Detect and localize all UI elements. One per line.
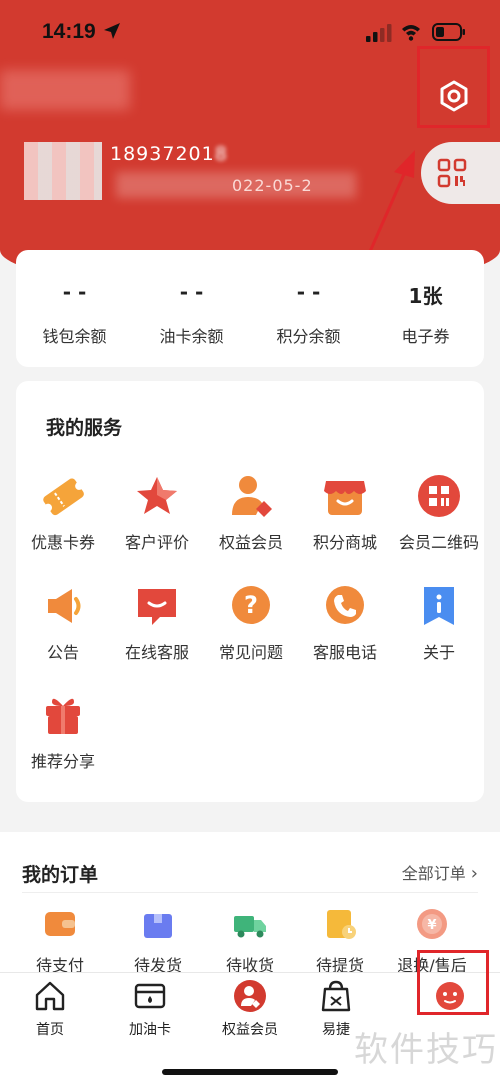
- stat-value: - -: [62, 280, 87, 304]
- tab-label: 权益会员: [222, 1022, 278, 1038]
- tab-member[interactable]: 权益会员: [204, 979, 296, 1039]
- star-icon: [137, 477, 177, 514]
- tab-label: 首页: [36, 1022, 64, 1038]
- stat-value: 1张: [408, 284, 443, 308]
- annotation-box-profile-tab: [417, 950, 489, 1015]
- location-arrow-icon: [104, 23, 120, 39]
- refund-icon: ¥: [417, 909, 447, 939]
- orders-title: 我的订单: [22, 864, 99, 886]
- svg-text:?: ?: [244, 591, 258, 619]
- order-pending-receipt[interactable]: 待收货: [204, 906, 296, 976]
- box-icon: [144, 914, 172, 938]
- stat-label: 钱包余额: [42, 327, 107, 346]
- status-time: 14:19: [42, 20, 96, 43]
- service-online-support[interactable]: 在线客服: [110, 581, 204, 663]
- order-pending-shipment[interactable]: 待发货: [112, 906, 204, 976]
- service-label: 积分商城: [312, 533, 377, 552]
- service-label: 客服电话: [312, 643, 377, 662]
- bag-icon: [321, 980, 351, 1012]
- stat-wallet-balance[interactable]: - - 钱包余额: [16, 250, 133, 367]
- service-reviews[interactable]: 客户评价: [110, 471, 204, 553]
- chevron-right-icon: ›: [470, 863, 478, 884]
- avatar[interactable]: [24, 142, 102, 200]
- ticket-icon: [43, 478, 84, 516]
- info-icon: [424, 587, 454, 625]
- orders-divider: [22, 892, 478, 893]
- stat-points-balance[interactable]: - - 积分余额: [250, 250, 367, 367]
- phone-icon: [326, 586, 364, 624]
- qrcode-icon: [437, 158, 467, 188]
- service-coupons[interactable]: 优惠卡券: [16, 471, 110, 553]
- truck-icon: [234, 916, 266, 938]
- wallet-icon: [45, 912, 75, 936]
- services-title: 我的服务: [46, 417, 123, 439]
- card-icon: [134, 983, 166, 1009]
- service-hotline[interactable]: 客服电话: [298, 581, 392, 663]
- stat-value: - -: [179, 280, 204, 304]
- service-about[interactable]: 关于: [392, 581, 486, 663]
- my-services-card: 我的服务 优惠卡券 客户评价 权益会员 积分商城 会员二维码 公告 在线客服 ?…: [16, 381, 484, 802]
- tab-label: 加油卡: [129, 1022, 171, 1038]
- service-label: 在线客服: [124, 643, 189, 662]
- service-label: 关于: [422, 643, 455, 662]
- service-label: 公告: [46, 643, 79, 662]
- watermark-text: 软件技巧: [354, 1030, 498, 1070]
- qrcode-icon: [418, 475, 460, 517]
- stat-fuel-card-balance[interactable]: - - 油卡余额: [133, 250, 250, 367]
- stat-label: 电子券: [401, 327, 450, 346]
- username-blurred: [0, 70, 130, 110]
- stat-value: - -: [296, 280, 321, 304]
- megaphone-icon: [48, 589, 81, 623]
- service-label: 权益会员: [218, 533, 283, 552]
- pickup-icon: [327, 910, 356, 939]
- service-points-mall[interactable]: 积分商城: [298, 471, 392, 553]
- stat-label: 积分余额: [276, 327, 341, 346]
- svg-text:¥: ¥: [427, 918, 436, 933]
- order-pending-pickup[interactable]: 待提货: [294, 906, 386, 976]
- service-label: 推荐分享: [30, 752, 95, 771]
- tab-home[interactable]: 首页: [4, 979, 96, 1039]
- question-icon: ?: [232, 586, 270, 624]
- member-icon: [234, 980, 266, 1012]
- profile-date: 022-05-2: [232, 176, 313, 195]
- member-icon: [232, 476, 272, 517]
- service-share[interactable]: 推荐分享: [16, 690, 110, 772]
- service-label: 常见问题: [218, 643, 283, 662]
- gift-icon: [46, 698, 80, 734]
- tab-fuel-card[interactable]: 加油卡: [104, 979, 196, 1039]
- chat-icon: [138, 589, 176, 625]
- battery-icon: [432, 23, 465, 41]
- service-label: 客户评价: [124, 533, 189, 552]
- stat-e-coupons[interactable]: 1张 电子券: [367, 250, 484, 367]
- qrcode-button[interactable]: [421, 142, 500, 204]
- service-faq[interactable]: ? 常见问题: [204, 581, 298, 663]
- home-indicator: [162, 1069, 338, 1075]
- wifi-icon: [402, 25, 420, 41]
- home-icon: [35, 981, 65, 1011]
- cellular-signal-icon: [366, 24, 392, 42]
- all-orders-link[interactable]: 全部订单 ›: [402, 860, 478, 884]
- service-member[interactable]: 权益会员: [204, 471, 298, 553]
- service-announcement[interactable]: 公告: [16, 581, 110, 663]
- service-label: 会员二维码: [398, 533, 479, 552]
- service-member-qrcode[interactable]: 会员二维码: [392, 471, 486, 553]
- shop-icon: [324, 481, 366, 515]
- all-orders-label: 全部订单: [401, 864, 466, 883]
- service-label: 优惠卡券: [30, 533, 95, 552]
- profile-phone: 189372018: [110, 143, 228, 165]
- stat-label: 油卡余额: [159, 327, 224, 346]
- order-pending-payment[interactable]: 待支付: [14, 906, 106, 976]
- annotation-box-settings: [417, 46, 490, 128]
- balance-stats-card: - - 钱包余额 - - 油卡余额 - - 积分余额 1张 电子券: [16, 250, 484, 367]
